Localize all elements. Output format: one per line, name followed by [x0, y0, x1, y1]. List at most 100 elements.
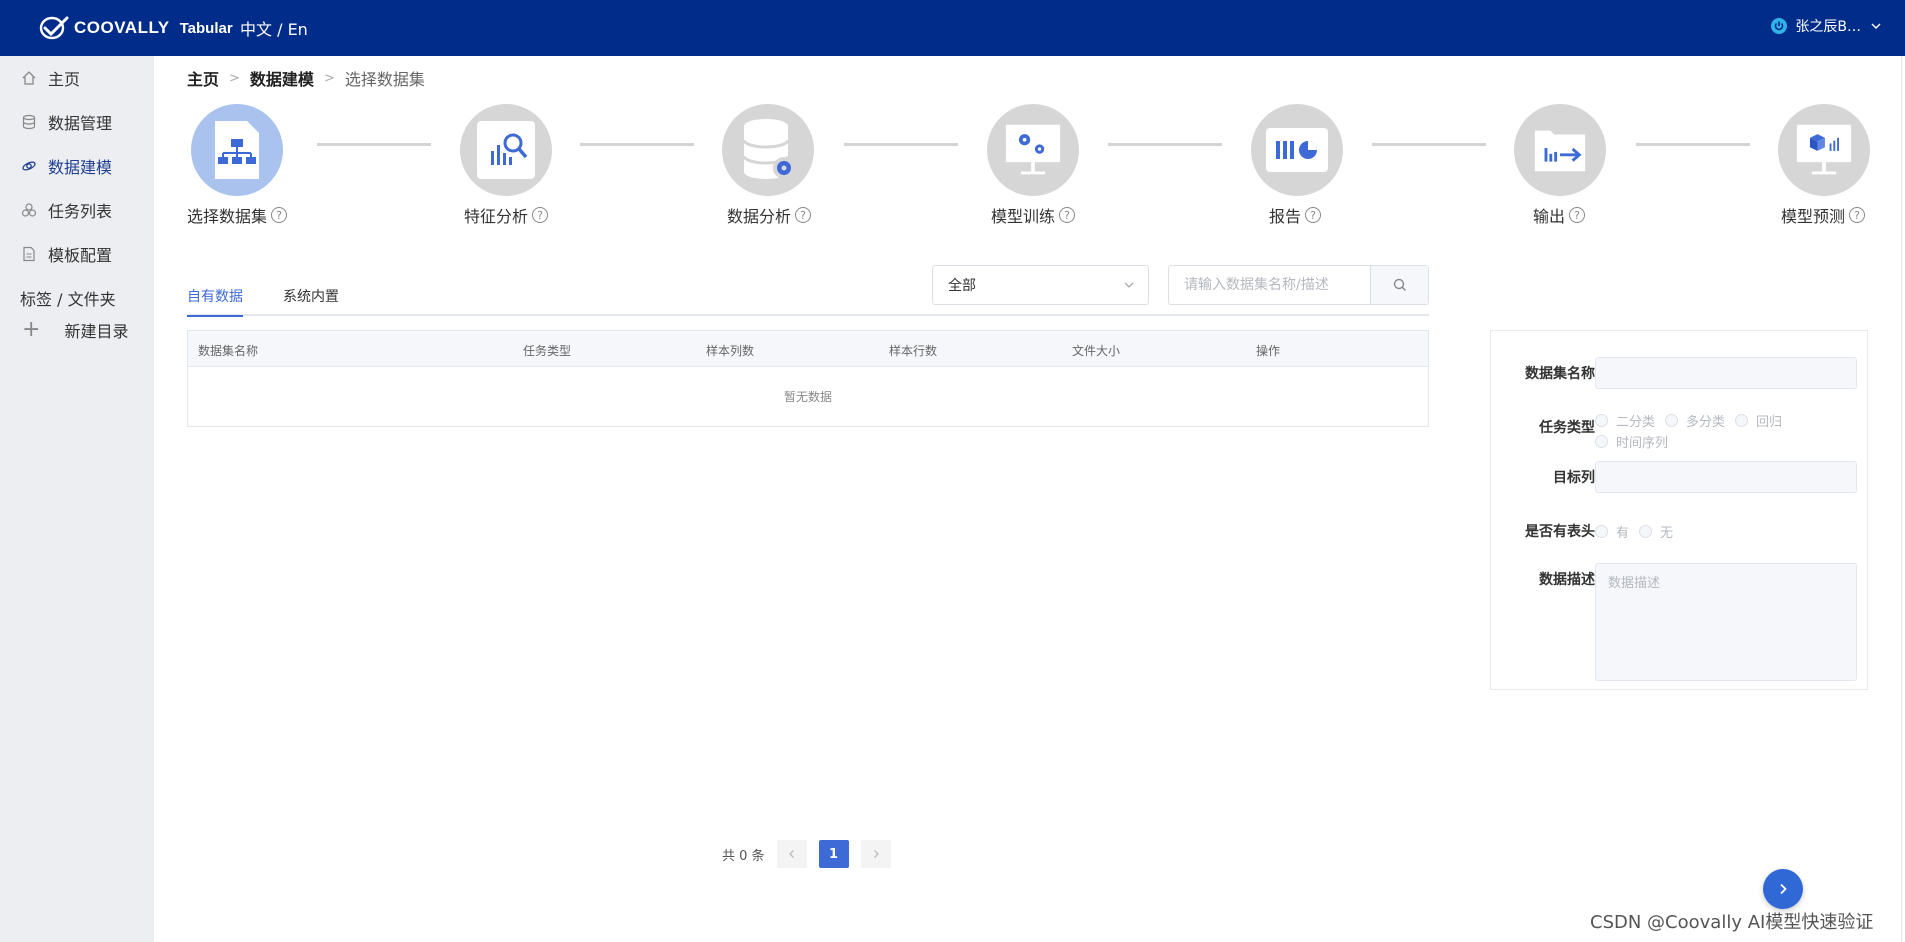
help-icon[interactable]: ?: [1849, 207, 1866, 223]
pagination-total: 共 0 条: [722, 848, 765, 864]
next-page-button[interactable]: [860, 840, 891, 868]
help-icon[interactable]: ?: [795, 207, 812, 223]
radio-binary[interactable]: 二分类: [1595, 411, 1655, 430]
step-report[interactable]: [1251, 104, 1343, 196]
step-label-data-analysis[interactable]: 数据分析?: [727, 203, 812, 227]
dataset-table: 数据集名称 任务类型 样本列数 样本行数 文件大小 操作 暂无数据: [187, 330, 1429, 427]
model-training-icon: [1004, 121, 1062, 179]
help-icon[interactable]: ?: [1569, 207, 1586, 223]
radio-regression[interactable]: 回归: [1735, 411, 1782, 430]
step-select-dataset[interactable]: [191, 104, 283, 196]
new-folder-label: 新建目录: [64, 322, 129, 341]
help-icon[interactable]: ?: [1305, 207, 1322, 223]
step-label-report[interactable]: 报告?: [1269, 203, 1322, 227]
target-column-field[interactable]: [1595, 461, 1857, 493]
user-menu[interactable]: 张之辰B…: [1771, 16, 1883, 36]
scrollbar-track[interactable]: [1901, 56, 1902, 942]
column-header: 操作: [1256, 344, 1281, 358]
top-bar: COOVALLY Tabular 中文 / En 张之辰B…: [0, 0, 1905, 56]
step-model-predict[interactable]: [1778, 104, 1870, 196]
breadcrumb: 主页 > 数据建模 > 选择数据集: [187, 66, 425, 90]
sidebar-item-label: 任务列表: [48, 202, 113, 221]
tab-own-data[interactable]: 自有数据: [187, 286, 243, 317]
radio-label: 二分类: [1616, 415, 1656, 430]
prev-page-button[interactable]: [776, 840, 807, 868]
step-label-feature-analysis[interactable]: 特征分析?: [464, 203, 549, 227]
breadcrumb-parent[interactable]: 数据建模: [250, 66, 314, 90]
step-label-text: 模型预测: [1781, 207, 1846, 226]
help-icon[interactable]: ?: [532, 207, 549, 223]
dataset-select-icon: [208, 121, 266, 179]
step-connector: [1636, 143, 1750, 146]
step-label-select-dataset[interactable]: 选择数据集?: [187, 203, 288, 227]
column-header: 文件大小: [1072, 344, 1121, 358]
step-model-training[interactable]: [987, 104, 1079, 196]
breadcrumb-separator-icon: >: [229, 70, 240, 86]
logo[interactable]: COOVALLY Tabular: [38, 14, 233, 42]
sidebar-item-home[interactable]: 主页: [0, 58, 154, 98]
step-label-model-training[interactable]: 模型训练?: [991, 203, 1076, 227]
category-select[interactable]: 全部: [932, 265, 1149, 305]
step-label-text: 输出: [1533, 207, 1566, 226]
step-label-model-predict[interactable]: 模型预测?: [1781, 203, 1866, 227]
radio-label: 有: [1616, 526, 1630, 541]
modeling-icon: [20, 157, 38, 175]
radio-label: 无: [1660, 526, 1674, 541]
help-icon[interactable]: ?: [1059, 207, 1076, 223]
radio-has-header-yes[interactable]: 有: [1595, 522, 1629, 541]
watermark-text: CSDN @Coovally AI模型快速验证: [1590, 912, 1874, 933]
sidebar-item-data-management[interactable]: 数据管理: [0, 102, 154, 142]
search-input[interactable]: [1169, 266, 1370, 304]
sidebar-section-tags: 标签 / 文件夹: [20, 290, 116, 309]
tasks-icon: [20, 201, 38, 219]
home-icon: [20, 69, 38, 87]
radio-circle: [1595, 414, 1608, 427]
radio-time-series[interactable]: 时间序列: [1595, 432, 1668, 451]
radio-circle: [1735, 414, 1749, 427]
target-column-label: 目标列: [1553, 470, 1595, 486]
radio-label: 回归: [1756, 415, 1783, 430]
sidebar-item-template-config[interactable]: 模板配置: [0, 234, 154, 274]
column-header: 样本行数: [889, 344, 938, 358]
help-icon[interactable]: ?: [271, 207, 288, 223]
step-feature-analysis[interactable]: [460, 104, 552, 196]
new-folder-button[interactable]: + 新建目录: [22, 318, 128, 342]
step-label-text: 报告: [1269, 207, 1302, 226]
radio-has-header-no[interactable]: 无: [1639, 522, 1673, 541]
task-type-radio-group: 二分类 多分类 回归 时间序列: [1595, 411, 1857, 452]
sidebar-item-data-modeling[interactable]: 数据建模: [0, 146, 154, 186]
table-header: 数据集名称 任务类型 样本列数 样本行数 文件大小 操作: [188, 331, 1428, 367]
step-connector: [1108, 143, 1222, 146]
next-step-button[interactable]: [1763, 869, 1803, 909]
chevron-down-icon: [1124, 282, 1134, 288]
has-header-label: 是否有表头: [1525, 524, 1595, 540]
step-label-output[interactable]: 输出?: [1533, 203, 1586, 227]
table-empty-text: 暂无数据: [783, 390, 832, 404]
language-switch[interactable]: 中文 / En: [240, 16, 308, 40]
chevron-right-icon: [873, 850, 879, 858]
search-button[interactable]: [1370, 266, 1428, 304]
sidebar-item-task-list[interactable]: 任务列表: [0, 190, 154, 230]
chevron-left-icon: [788, 850, 794, 858]
column-header: 样本列数: [706, 344, 755, 358]
database-icon: [20, 113, 38, 131]
description-textarea[interactable]: 数据描述: [1595, 563, 1857, 681]
chevron-down-icon: [1871, 23, 1881, 30]
step-label-text: 选择数据集: [187, 207, 268, 226]
step-connector: [844, 143, 958, 146]
dataset-name-field[interactable]: [1595, 357, 1857, 389]
sidebar-item-label: 数据建模: [48, 158, 113, 177]
radio-multiclass[interactable]: 多分类: [1665, 411, 1725, 430]
step-data-analysis[interactable]: [722, 104, 814, 196]
template-icon: [20, 245, 38, 263]
breadcrumb-separator-icon: >: [323, 70, 335, 86]
radio-label: 多分类: [1686, 415, 1726, 430]
radio-circle: [1595, 525, 1608, 538]
step-connector: [317, 143, 431, 146]
tab-system-builtin[interactable]: 系统内置: [283, 286, 339, 316]
step-label-text: 数据分析: [727, 207, 792, 226]
page-number-button[interactable]: 1: [818, 840, 849, 868]
breadcrumb-home[interactable]: 主页: [187, 66, 219, 90]
dataset-name-label: 数据集名称: [1525, 366, 1595, 382]
step-output[interactable]: [1514, 104, 1606, 196]
